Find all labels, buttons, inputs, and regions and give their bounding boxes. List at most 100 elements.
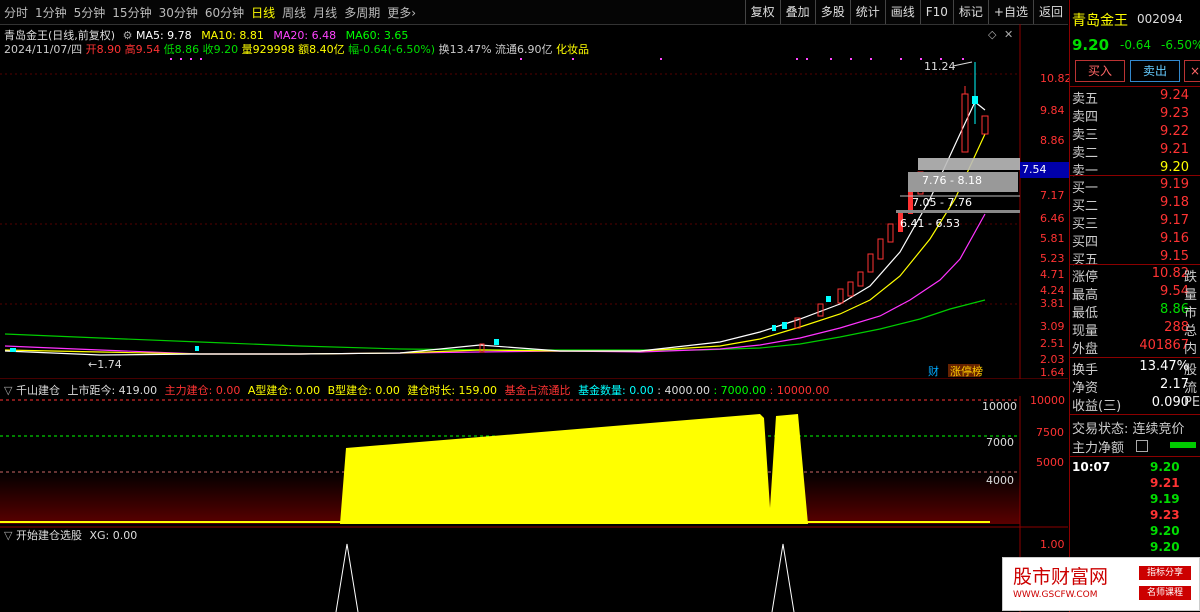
toolbar-button[interactable]: 叠加 [779,0,815,24]
period-tab[interactable]: 5分钟 [74,4,106,21]
row-label: 最低 [1072,306,1099,321]
ma10-line [4,133,986,355]
ask-row[interactable]: 卖四 9.23 [1072,106,1200,125]
watermark-logo: 股市财富网 WWW.GSCFW.COM 指标分享 名师课程 [1002,557,1200,611]
price-axis-tick: 10.82 [1040,72,1072,85]
stat-row[interactable]: 最低 8.86 市 [1072,302,1200,321]
row-label: 外盘 [1072,342,1099,357]
period-tab[interactable]: 周线 [282,4,306,21]
trade-status: 交易状态: 连续竞价 [1072,422,1185,437]
toolbar-button[interactable]: 统计 [849,0,885,24]
zone-label-1: 7.76 - 8.18 [922,174,982,187]
period-tab[interactable]: 15分钟 [112,4,151,21]
toolbar-button[interactable]: 画线 [884,0,920,24]
period-toolbar: 分时 1分钟 5分钟 15分钟 30分钟 60分钟 日线 周线 月线 多周期 更多› 复权 叠加 多股统… [0,0,1068,25]
toolbar-button[interactable]: +自选 [987,0,1033,24]
row-extra-label: 总 [1184,324,1198,339]
stats2-row[interactable]: 换手 13.47% 股 [1072,359,1200,378]
indicator2-axis: 1.00 [1040,538,1065,551]
row-value: 9.24 [1160,88,1189,103]
period-tab[interactable]: 30分钟 [159,4,198,21]
axis-inner-7000: 7000 [986,436,1014,449]
zone-label-3: 6.41 - 6.53 [900,217,960,230]
tick-time: 10:07 [1072,460,1111,474]
period-tab[interactable]: 60分钟 [205,4,244,21]
toolbar-button[interactable]: 标记 [952,0,988,24]
kline-chart[interactable]: 11.24 ←1.74 7.76 - 8.18 7.05 - 7.76 6.41… [0,24,1068,379]
stat-row[interactable]: 外盘 401867 内 [1072,338,1200,357]
current-price-tag: 7.54 [1020,162,1070,178]
ask-row[interactable]: 卖二 9.21 [1072,142,1200,161]
price-axis-tick: 8.86 [1040,134,1065,147]
tick-price: 9.20 [1150,524,1180,538]
price-axis-tick: 4.71 [1040,268,1065,281]
period-tab[interactable]: 1分钟 [35,4,67,21]
net-flow-icon[interactable] [1136,440,1148,452]
candles [10,62,989,353]
price-axis-tick: 4.24 [1040,284,1065,297]
price-change: -0.64 [1120,38,1152,52]
bid-row[interactable]: 买三 9.17 [1072,213,1200,232]
period-tab[interactable]: 分时 [4,4,28,21]
diamond-icon[interactable]: ◇ [988,28,997,41]
tick-price: 9.20 [1150,460,1180,474]
bid-row[interactable]: 买二 9.18 [1072,195,1200,214]
row-label: 最高 [1072,288,1099,303]
tick-price: 9.19 [1150,492,1180,506]
indicator2-chart[interactable]: 1.00 [0,526,1068,612]
row-label: 买二 [1072,199,1099,214]
axis-inner-10000: 10000 [982,400,1017,413]
indicator1-chart[interactable]: 10000 7000 4000 10000 7500 5000 [0,396,1068,526]
row-label: 卖四 [1072,110,1099,125]
stat-row[interactable]: 最高 9.54 量 [1072,284,1200,303]
row-extra-label: 量 [1184,288,1198,303]
ask-row[interactable]: 卖五 9.24 [1072,88,1200,107]
close-icon[interactable]: ✕ [1004,28,1013,41]
axis-outer-7500: 7500 [1036,426,1064,439]
row-extra-label: 跌 [1184,270,1198,285]
bid-row[interactable]: 买一 9.19 [1072,177,1200,196]
finance-tag[interactable]: 财 [928,364,939,378]
period-tab[interactable]: 更多› [387,4,416,21]
row-value: 9.22 [1160,124,1189,139]
limit-up-tag[interactable]: 涨停榜 [950,364,983,378]
bid-row[interactable]: 买四 9.16 [1072,231,1200,250]
period-tab[interactable]: 日线 [251,4,275,21]
row-value: 9.23 [1160,106,1189,121]
price-change-pct: -6.50% [1161,38,1200,52]
stock-code: 002094 [1137,12,1183,26]
extra-button[interactable]: × [1184,60,1200,82]
row-label: 收益(三) [1072,399,1122,414]
watermark-url: WWW.GSCFW.COM [1013,590,1098,600]
signal-spike-2 [771,543,795,612]
toolbar-button[interactable]: 复权 [744,0,780,24]
row-label: 卖三 [1072,128,1099,143]
ask-row[interactable]: 卖三 9.22 [1072,124,1200,143]
ma20-line [4,213,986,355]
signal-spike-1 [335,543,359,612]
buy-button[interactable]: 买入 [1075,60,1125,82]
sell-button[interactable]: 卖出 [1130,60,1180,82]
toolbar-button[interactable]: 返回 [1032,0,1068,24]
period-tab[interactable]: 月线 [313,4,337,21]
ma5-line [4,101,986,356]
price-axis-tick: 9.84 [1040,104,1065,117]
row-value: 9.18 [1160,195,1189,210]
stat-row[interactable]: 涨停 10.82 跌 [1072,266,1200,285]
toolbar-button[interactable]: F10 [919,0,953,24]
toolbar-button[interactable]: 多股 [814,0,850,24]
row-extra-label: 流 [1184,381,1198,396]
row-extra-label: 股 [1184,363,1198,378]
row-label: 买三 [1072,217,1099,232]
stats2-row[interactable]: 收益(三) 0.090 PE [1072,395,1200,414]
period-tabs: 分时 1分钟 5分钟 15分钟 30分钟 60分钟 日线 周线 月线 多周期 更多› [4,0,423,24]
row-extra-label: PE [1184,395,1200,410]
row-label: 换手 [1072,363,1099,378]
stock-name: 青岛金王 [1072,13,1128,29]
price-axis: 10.82 9.84 8.86 7.17 6.46 5.81 5.23 4.71 4.24 3.8… [1022,24,1072,379]
stat-row[interactable]: 现量 288 总 [1072,320,1200,339]
stats2-row[interactable]: 净资 2.17 流 [1072,377,1200,396]
row-label: 卖五 [1072,92,1099,107]
period-tab[interactable]: 多周期 [344,4,380,21]
row-label: 涨停 [1072,270,1099,285]
